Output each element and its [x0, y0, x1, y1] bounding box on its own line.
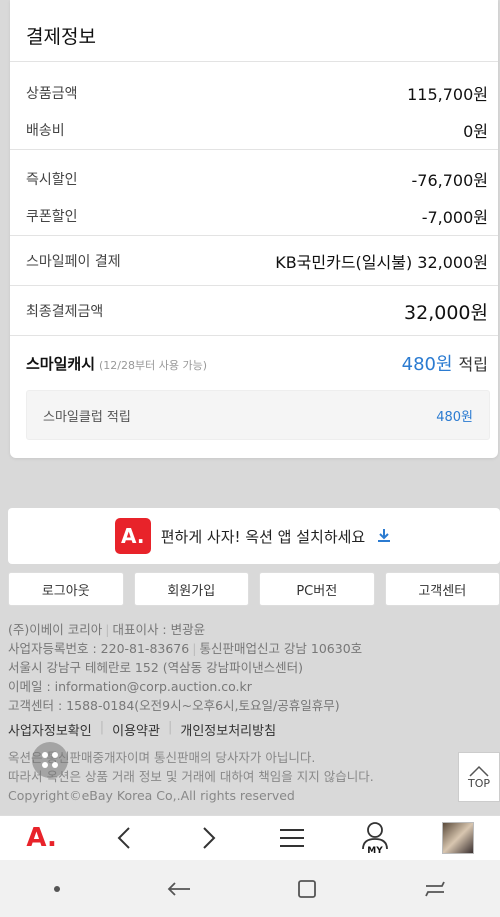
- smilepay-group: 스마일페이 결제 KB국민카드(일시불) 32,000원: [10, 236, 498, 286]
- coupon-discount-row: 쿠폰할인 -7,000원: [10, 197, 498, 234]
- my-page-icon: MY: [362, 822, 388, 855]
- top-label: TOP: [467, 776, 490, 790]
- company-cs: 고객센터 : 1588-0184(오전9시~오후6시,토요일/공휴일휴무): [8, 698, 340, 713]
- page: 결제정보 상품금액 115,700원 배송비 0원 즉시할인 -76,700원 …: [0, 0, 500, 860]
- final-amount-row: 최종결제금액 32,000원: [10, 286, 498, 336]
- hamburger-menu-icon: [279, 829, 304, 847]
- shipping-row: 배송비 0원: [10, 111, 498, 148]
- auction-nav-logo: A.: [26, 823, 57, 853]
- nav-recent[interactable]: [428, 816, 488, 861]
- recent-apps-icon[interactable]: [422, 878, 448, 900]
- chevron-up-icon: [469, 765, 489, 777]
- smilecash-label: 스마일캐시: [26, 354, 96, 373]
- notice-line-1: 옥션은 통신판매중개자이며 통신판매의 당사자가 아닙니다.: [8, 750, 316, 765]
- amount-group: 상품금액 115,700원 배송비 0원: [10, 62, 498, 150]
- company-ceo: 대표이사 : 변광윤: [112, 622, 206, 637]
- smilepay-value: KB국민카드(일시불) 32,000원: [275, 253, 488, 272]
- final-group: 최종결제금액 32,000원: [10, 286, 498, 336]
- smileclub-label: 스마일클럽 적립: [43, 409, 131, 425]
- coupon-discount-value: -7,000원: [421, 207, 488, 227]
- product-amount-row: 상품금액 115,700원: [10, 74, 498, 111]
- smilecash-label-wrap: 스마일캐시 (12/28부터 사용 가능): [26, 353, 207, 374]
- company-info: (주)이베이 코리아 | 대표이사 : 변광윤 사업자등록번호 : 220-81-8…: [8, 620, 488, 715]
- discount-group: 즉시할인 -76,700원 쿠폰할인 -7,000원: [10, 150, 498, 236]
- nav-back[interactable]: [95, 816, 155, 861]
- notice: 옥션은 통신판매중개자이며 통신판매의 당사자가 아닙니다. 따라서 옥션은 상…: [8, 748, 448, 805]
- smilecash-amount: 480원: [401, 354, 453, 375]
- payment-info-card: 결제정보 상품금액 115,700원 배송비 0원 즉시할인 -76,700원 …: [10, 0, 498, 458]
- company-mail-order: 통신판매업신고 강남 10630호: [199, 641, 363, 656]
- smileclub-box: 스마일클럽 적립 480원: [26, 390, 490, 440]
- biz-info-link[interactable]: 사업자정보확인: [8, 720, 92, 739]
- shipping-label: 배송비: [26, 122, 65, 139]
- company-email: 이메일 : information@corp.auction.co.kr: [8, 679, 252, 694]
- android-nav-bar: [0, 860, 500, 917]
- company-address: 서울시 강남구 테헤란로 152 (역삼동 강남파이낸스센터): [8, 660, 303, 675]
- final-amount-value: 32,000원: [404, 301, 488, 324]
- download-icon: [378, 529, 391, 542]
- app-bottom-nav: A. MY: [0, 815, 500, 860]
- my-label: MY: [367, 846, 383, 855]
- product-amount-label: 상품금액: [26, 85, 78, 102]
- privacy-link[interactable]: 개인정보처리방침: [180, 720, 276, 739]
- footer-buttons: 로그아웃 회원가입 PC버전 고객센터: [8, 572, 500, 606]
- smilecash-suffix: 적립: [458, 355, 488, 374]
- auction-logo: A.: [114, 518, 151, 554]
- nav-forward[interactable]: [178, 816, 238, 861]
- company-line-1: (주)이베이 코리아 | 대표이사 : 변광윤: [8, 622, 206, 637]
- smilecash-value-wrap: 480원 적립: [402, 350, 488, 376]
- back-arrow-icon[interactable]: [166, 880, 192, 898]
- company-name: (주)이베이 코리아: [8, 622, 103, 637]
- instant-discount-value: -76,700원: [411, 170, 488, 190]
- product-amount-value: 115,700원: [407, 84, 488, 104]
- home-square-icon[interactable]: [296, 878, 318, 900]
- chevron-left-icon: [117, 827, 130, 849]
- chevron-right-icon: [203, 827, 216, 849]
- nav-home[interactable]: A.: [12, 816, 72, 861]
- floating-menu-button[interactable]: [32, 742, 68, 778]
- signup-button[interactable]: 회원가입: [133, 572, 249, 606]
- smilecash-group: 스마일캐시 (12/28부터 사용 가능) 480원 적립: [10, 336, 498, 390]
- instant-discount-row: 즉시할인 -76,700원: [10, 160, 498, 197]
- notice-line-2: 따라서 옥션은 상품 거래 정보 및 거래에 대하여 책임을 지지 않습니다.: [8, 769, 374, 784]
- company-line-2: 사업자등록번호 : 220-81-83676 | 통신판매업신고 강남 10630호: [8, 641, 363, 656]
- footer-links: 사업자정보확인 | 이용약관 | 개인정보처리방침: [8, 720, 277, 739]
- copyright: Copyright©eBay Korea Co,.All rights rese…: [8, 788, 295, 803]
- smileclub-value: 480원: [436, 409, 473, 425]
- smilepay-row: 스마일페이 결제 KB국민카드(일시불) 32,000원: [10, 236, 498, 286]
- logout-button[interactable]: 로그아웃: [8, 572, 124, 606]
- recent-item-thumbnail: [442, 822, 475, 854]
- smilecash-sub: (12/28부터 사용 가능): [99, 358, 208, 372]
- shipping-value: 0원: [463, 121, 488, 141]
- company-biz-no: 사업자등록번호 : 220-81-83676: [8, 641, 190, 656]
- pc-version-button[interactable]: PC버전: [259, 572, 375, 606]
- instant-discount-label: 즉시할인: [26, 171, 78, 188]
- customer-center-button[interactable]: 고객센터: [384, 572, 500, 606]
- dots-icon: [42, 752, 58, 768]
- nav-my[interactable]: MY: [345, 816, 405, 861]
- terms-link[interactable]: 이용약관: [112, 720, 160, 739]
- coupon-discount-label: 쿠폰할인: [26, 208, 78, 225]
- nav-menu[interactable]: [262, 816, 322, 861]
- final-amount-label: 최종결제금액: [26, 304, 104, 320]
- payment-info-title: 결제정보: [10, 0, 498, 62]
- smilepay-label: 스마일페이 결제: [26, 254, 121, 270]
- dot-icon[interactable]: [52, 884, 62, 894]
- smilecash-row: 스마일캐시 (12/28부터 사용 가능) 480원 적립: [10, 336, 498, 390]
- scroll-top-button[interactable]: TOP: [458, 752, 500, 802]
- app-banner-text: 편하게 사자! 옥션 앱 설치하세요: [160, 527, 366, 546]
- app-install-banner[interactable]: A. 편하게 사자! 옥션 앱 설치하세요: [8, 508, 500, 564]
